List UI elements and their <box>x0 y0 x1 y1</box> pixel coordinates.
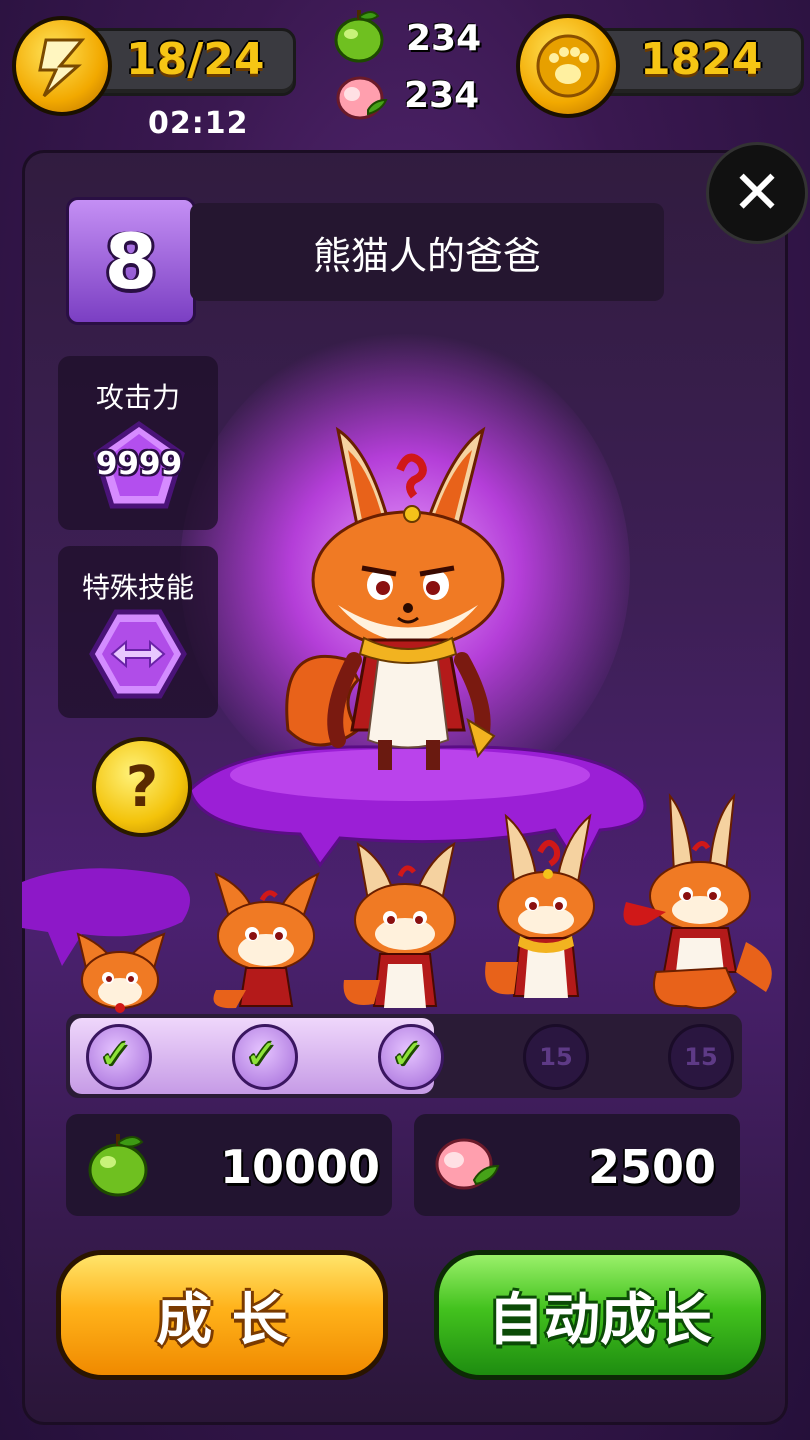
evolution-node-1[interactable]: ✓ <box>86 1024 152 1090</box>
evolution-stage-4[interactable] <box>480 812 612 1008</box>
peach-icon <box>334 70 390 122</box>
locked-level-label: 15 <box>684 1043 718 1071</box>
check-icon: ✓ <box>391 1032 425 1078</box>
locked-level-label: 15 <box>539 1043 573 1071</box>
attack-label: 攻击力 <box>95 381 180 414</box>
evolution-stage-2[interactable] <box>206 870 326 1016</box>
help-button[interactable]: ? <box>92 737 192 837</box>
energy-icon <box>12 16 112 116</box>
pet-level-badge: 8 <box>66 197 196 325</box>
energy-value: 18/24 <box>126 34 265 85</box>
apple-count: 234 <box>406 18 482 59</box>
evolution-node-5[interactable]: 15 <box>668 1024 734 1090</box>
evolution-node-4[interactable]: 15 <box>523 1024 589 1090</box>
peach-count: 234 <box>404 75 480 116</box>
peach-cost-icon <box>432 1134 502 1194</box>
check-icon: ✓ <box>245 1032 279 1078</box>
paw-coin-icon <box>516 14 620 118</box>
apple-cost-value: 10000 <box>220 1140 381 1194</box>
coin-value: 1824 <box>640 34 763 85</box>
evolution-stage-3[interactable] <box>340 840 470 1016</box>
check-icon: ✓ <box>99 1032 133 1078</box>
peach-cost-value: 2500 <box>588 1140 717 1194</box>
pet-name: 熊猫人的爸爸 <box>190 203 664 301</box>
question-icon: ? <box>125 754 159 820</box>
apple-cost-icon <box>86 1130 150 1198</box>
skill-label: 特殊技能 <box>81 571 194 604</box>
evolution-stage-5[interactable] <box>616 792 784 1014</box>
auto-grow-button[interactable]: 自动成长 <box>434 1250 766 1380</box>
swap-skill-icon[interactable] <box>88 608 188 700</box>
close-icon: ✕ <box>731 158 783 228</box>
apple-icon <box>332 6 386 64</box>
evolution-node-3[interactable]: ✓ <box>378 1024 444 1090</box>
energy-timer: 02:12 <box>148 106 249 141</box>
evolution-stage-1[interactable] <box>72 928 168 1016</box>
grow-button[interactable]: 成 长 <box>56 1250 388 1380</box>
fox-pet-main <box>268 410 548 780</box>
evolution-node-2[interactable]: ✓ <box>232 1024 298 1090</box>
close-button[interactable]: ✕ <box>706 142 808 244</box>
attack-value: 9999 <box>95 446 183 482</box>
